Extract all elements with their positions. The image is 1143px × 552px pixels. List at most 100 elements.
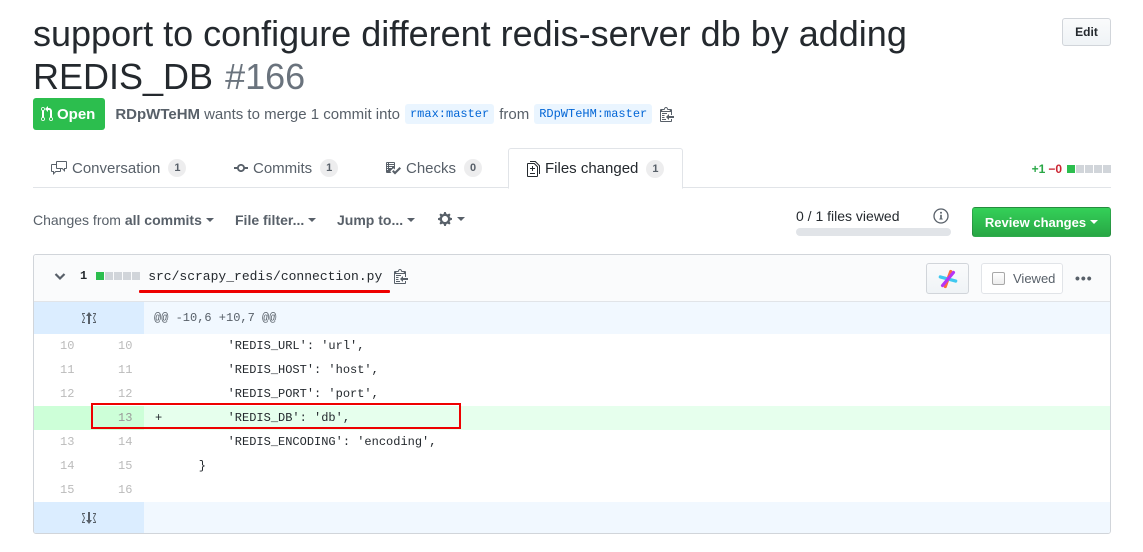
- kebab-horizontal-icon[interactable]: •••: [1075, 270, 1093, 286]
- diff-line-context: 10 10 'REDIS_URL': 'url',: [34, 334, 1110, 358]
- tab-counter: 0: [464, 159, 483, 177]
- tab-files-changed[interactable]: Files changed 1: [508, 148, 684, 189]
- diffstat-block-neutral: [114, 272, 123, 280]
- annotation-highlight-box: [91, 403, 461, 429]
- hunk-footer-row: [34, 502, 1110, 533]
- jump-to-label: Jump to...: [337, 212, 404, 228]
- additions-count: +1: [1031, 162, 1046, 176]
- diff-toolbar: Changes from all commits File filter... …: [33, 207, 1111, 238]
- old-line-number[interactable]: [34, 406, 89, 430]
- changes-from-dropdown[interactable]: Changes from all commits: [33, 212, 214, 228]
- new-line-number[interactable]: 10: [89, 334, 144, 358]
- changes-prefix: Changes from: [33, 212, 121, 228]
- hunk-header-row: @@ -10,6 +10,7 @@: [34, 302, 1110, 334]
- diff-line-context: 14 15 }: [34, 454, 1110, 478]
- tab-commits[interactable]: Commits 1: [216, 148, 356, 188]
- merge-text: wants to merge 1 commit into: [204, 105, 400, 123]
- diffstat-block-added: [1067, 165, 1075, 173]
- state-badge: Open: [33, 98, 106, 130]
- chevron-down-icon[interactable]: [54, 271, 66, 281]
- old-line-number[interactable]: 10: [34, 334, 89, 358]
- file-path-link[interactable]: src/scrapy_redis/connection.py: [139, 269, 391, 293]
- from-text: from: [499, 105, 530, 123]
- tab-label: Checks: [406, 159, 457, 177]
- edit-button[interactable]: Edit: [1062, 18, 1111, 46]
- caret-down-icon: [1090, 220, 1099, 224]
- tab-counter: 1: [320, 159, 339, 177]
- viewed-toggle[interactable]: Viewed: [981, 263, 1063, 294]
- diff-line-context: 15 16: [34, 478, 1110, 502]
- diffstat-block-neutral: [1076, 165, 1084, 173]
- viewed-checkbox[interactable]: [992, 272, 1005, 285]
- tab-label: Commits: [253, 159, 313, 177]
- new-line-number[interactable]: 15: [89, 454, 144, 478]
- diffstat-block-neutral: [123, 272, 132, 280]
- diff-marker: [144, 478, 164, 502]
- code-line: 'REDIS_HOST': 'host',: [170, 363, 379, 377]
- pr-tabs: Conversation 1 Commits 1 Checks 0 Files …: [33, 148, 1111, 189]
- file-header: 1 src/scrapy_redis/connection.py Viewed …: [34, 255, 1110, 302]
- tab-counter: 1: [646, 159, 665, 178]
- new-line-number[interactable]: 11: [89, 358, 144, 382]
- file-diff: 1 src/scrapy_redis/connection.py Viewed …: [33, 254, 1111, 534]
- jump-to-dropdown[interactable]: Jump to...: [337, 212, 416, 228]
- old-line-number[interactable]: 14: [34, 454, 89, 478]
- diff-settings-dropdown[interactable]: [437, 211, 465, 227]
- base-branch[interactable]: rmax:master: [404, 104, 495, 124]
- caret-down-icon: [407, 218, 416, 222]
- caret-down-icon: [308, 218, 317, 222]
- diff-line-context: 13 14 'REDIS_ENCODING': 'encoding',: [34, 430, 1110, 454]
- diffstat-block-neutral: [1085, 165, 1093, 173]
- checklist-icon: [386, 162, 401, 175]
- pr-title: support to configure different redis-ser…: [33, 12, 933, 98]
- old-line-number[interactable]: 12: [34, 382, 89, 406]
- pr-number: #166: [225, 56, 306, 97]
- app-extension-button[interactable]: [926, 263, 969, 294]
- old-line-number[interactable]: 15: [34, 478, 89, 502]
- expand-down-icon[interactable]: [34, 502, 144, 533]
- head-branch[interactable]: RDpWTeHM:master: [534, 104, 653, 124]
- diff-marker: [144, 454, 164, 478]
- diffstat-block-added: [96, 272, 105, 280]
- app-asterisk-icon: [938, 269, 957, 288]
- expand-up-icon[interactable]: [34, 302, 144, 334]
- author-link[interactable]: RDpWTeHM: [115, 106, 200, 123]
- gear-icon: [438, 212, 452, 226]
- copy-branch-clipboard-icon[interactable]: [660, 106, 675, 122]
- diffstat-block-neutral: [105, 272, 114, 280]
- info-icon[interactable]: [933, 208, 949, 227]
- comment-discussion-icon: [51, 161, 67, 175]
- pr-title-text: support to configure different redis-ser…: [33, 13, 907, 97]
- state-label: Open: [57, 105, 96, 123]
- hunk-footer-spacer: [144, 502, 1110, 533]
- copy-path-clipboard-icon[interactable]: [394, 268, 409, 284]
- old-line-number[interactable]: 11: [34, 358, 89, 382]
- tab-label: Files changed: [545, 160, 639, 177]
- deletions-count: −0: [1048, 162, 1062, 176]
- git-pull-request-icon: [41, 106, 53, 122]
- tab-label: Conversation: [72, 159, 161, 177]
- old-line-number[interactable]: 13: [34, 430, 89, 454]
- tab-conversation[interactable]: Conversation 1: [33, 148, 204, 188]
- code-line: 'REDIS_ENCODING': 'encoding',: [170, 435, 437, 449]
- file-filter-label: File filter...: [235, 212, 305, 228]
- files-viewed-bar: [796, 228, 951, 236]
- file-diffstat: [95, 272, 141, 280]
- new-line-number[interactable]: 14: [89, 430, 144, 454]
- review-changes-button[interactable]: Review changes: [972, 207, 1111, 237]
- diff-marker: [144, 358, 164, 382]
- new-line-number[interactable]: 16: [89, 478, 144, 502]
- changes-value: all commits: [124, 212, 202, 228]
- diff-line-context: 11 11 'REDIS_HOST': 'host',: [34, 358, 1110, 382]
- file-filter-dropdown[interactable]: File filter...: [235, 212, 317, 228]
- files-viewed-progress: 0 / 1 files viewed: [796, 208, 951, 236]
- hunk-header-text: @@ -10,6 +10,7 @@: [144, 302, 1110, 334]
- tab-checks[interactable]: Checks 0: [367, 148, 500, 188]
- file-diff-icon: [527, 160, 540, 177]
- caret-down-icon: [457, 217, 465, 221]
- diffstat-block-neutral: [1094, 165, 1102, 173]
- tab-counter: 1: [168, 159, 187, 177]
- diff-marker: [144, 430, 164, 454]
- caret-down-icon: [205, 218, 214, 222]
